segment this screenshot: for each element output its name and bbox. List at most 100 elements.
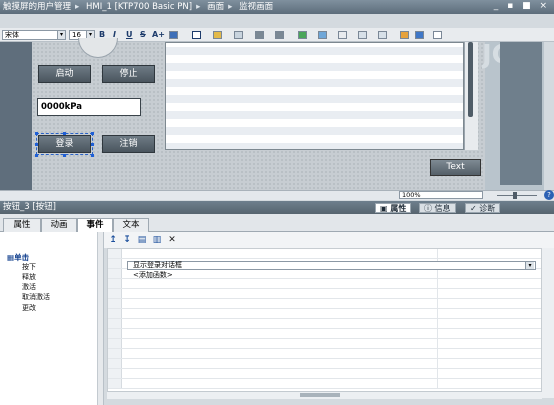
resize-handle[interactable] [63,132,66,135]
zoom-select[interactable]: 100% [399,191,483,199]
arrange-icon[interactable] [378,31,387,39]
zoom-value: 100% [402,191,421,199]
table-row[interactable] [166,119,463,127]
highlight-color-icon[interactable] [213,31,222,39]
font-color-icon[interactable] [192,31,201,39]
pressure-io-field[interactable]: 0000kPa [37,98,141,116]
function-list-vscroll[interactable] [542,248,554,398]
list-icon[interactable]: ▥ [152,235,162,245]
move-down-icon[interactable]: ↧ [122,235,132,245]
table-row[interactable] [108,299,541,309]
fill-pattern-icon[interactable] [318,31,327,39]
layer-icon[interactable] [415,31,424,39]
inspector-tab-properties[interactable]: ▣ 属性 [375,203,412,213]
underline-button[interactable]: U [126,30,133,40]
table-row[interactable] [166,103,463,111]
table-row[interactable] [166,71,463,79]
table-row[interactable] [108,339,541,349]
function-name[interactable]: 显示登录对话框 [133,261,182,270]
breadcrumb-device[interactable]: HMI_1 [KTP700 Basic PN] [86,2,192,12]
inspector-tab-properties-label: 属性 [390,204,407,213]
event-click[interactable]: ▦单击 [7,252,29,263]
device-brand-text: JCH [482,42,502,70]
add-function[interactable]: <添加函数> [133,271,173,280]
delete-icon[interactable]: ✕ [167,235,177,245]
font-name-select[interactable]: 宋体 ▾ [2,30,66,40]
fill-color-icon[interactable] [298,31,307,39]
table-row[interactable] [166,135,463,143]
paint-icon[interactable] [400,31,409,39]
table-row[interactable] [108,319,541,329]
tab-events[interactable]: 事件 [77,218,113,233]
breadcrumb-screens[interactable]: 画面 [207,2,224,12]
event-change[interactable]: 更改 [22,304,36,312]
breadcrumb-screen[interactable]: 监视画面 [239,2,273,12]
table-row[interactable] [166,63,463,71]
function-select[interactable] [127,261,536,270]
resize-handle[interactable] [91,143,94,146]
table-row[interactable] [166,47,463,55]
table-row[interactable] [108,249,541,259]
diagnostics-icon: ✓ [470,204,480,213]
table-row[interactable] [108,279,541,289]
table-row[interactable] [166,143,463,149]
panel-splitter[interactable] [98,232,104,405]
resize-handle[interactable] [35,154,38,157]
inspector-tab-diagnostics[interactable]: ✓ 诊断 [465,203,501,213]
table-row[interactable] [108,289,541,299]
event-activate[interactable]: 激活 [22,283,36,291]
table-row[interactable] [108,369,541,379]
line-width-icon[interactable] [275,31,284,39]
inspector-tab-diagnostics-label: 诊断 [479,204,496,213]
text-button[interactable]: Text [430,159,481,176]
event-click-label: 单击 [14,253,30,262]
inspector-tab-info-label: 信息 [434,204,451,213]
font-name-value: 宋体 [5,31,19,39]
event-release[interactable]: 释放 [22,273,36,281]
zoom-icon[interactable] [433,31,442,39]
event-deactivate[interactable]: 取消激活 [22,293,50,301]
table-row[interactable] [166,79,463,87]
tab-properties[interactable]: 属性 [3,218,41,232]
inspector-tab-info[interactable]: ⓘ 信息 [419,203,456,213]
table-row[interactable] [108,309,541,319]
line-style-icon[interactable] [255,31,264,39]
align-icon[interactable] [169,31,178,39]
event-press[interactable]: 按下 [22,263,36,271]
user-view-table[interactable] [165,42,464,150]
stop-button[interactable]: 停止 [102,65,155,83]
table-row[interactable] [166,87,463,95]
table-row[interactable] [166,111,463,119]
move-up-icon[interactable]: ↥ [108,235,118,245]
table-row[interactable] [166,55,463,63]
table-row[interactable] [166,95,463,103]
table-row[interactable] [166,127,463,135]
tab-text[interactable]: 文本 [113,218,149,232]
start-button[interactable]: 启动 [38,65,91,83]
help-icon[interactable]: ? [544,190,554,200]
table-row[interactable] [108,349,541,359]
resize-handle[interactable] [35,143,38,146]
zoom-slider-track[interactable] [497,195,537,196]
line-color-icon[interactable] [234,31,243,39]
zoom-slider-thumb[interactable] [513,192,517,199]
table-row[interactable] [108,379,541,389]
breadcrumb-project[interactable]: 触摸屏的用户管理 [3,2,71,12]
table-row[interactable] [108,329,541,339]
scrollbar-thumb[interactable] [300,393,340,397]
insert-icon[interactable]: ▤ [137,235,147,245]
resize-handle[interactable] [91,154,94,157]
chevron-down-icon[interactable]: ▾ [525,262,534,269]
resize-handle[interactable] [35,132,38,135]
window-controls[interactable]: _ ▪ ■ × [494,1,550,11]
resize-handle[interactable] [91,132,94,135]
align-objects-icon[interactable] [338,31,347,39]
table-row[interactable] [108,359,541,369]
tab-animation[interactable]: 动画 [41,218,77,232]
logout-button[interactable]: 注销 [102,135,155,153]
scrollbar-thumb[interactable] [468,42,473,117]
strikethrough-button[interactable]: S [140,30,146,40]
distribute-icon[interactable] [358,31,367,39]
resize-handle[interactable] [63,154,66,157]
superscript-button[interactable]: A+ [152,30,165,40]
